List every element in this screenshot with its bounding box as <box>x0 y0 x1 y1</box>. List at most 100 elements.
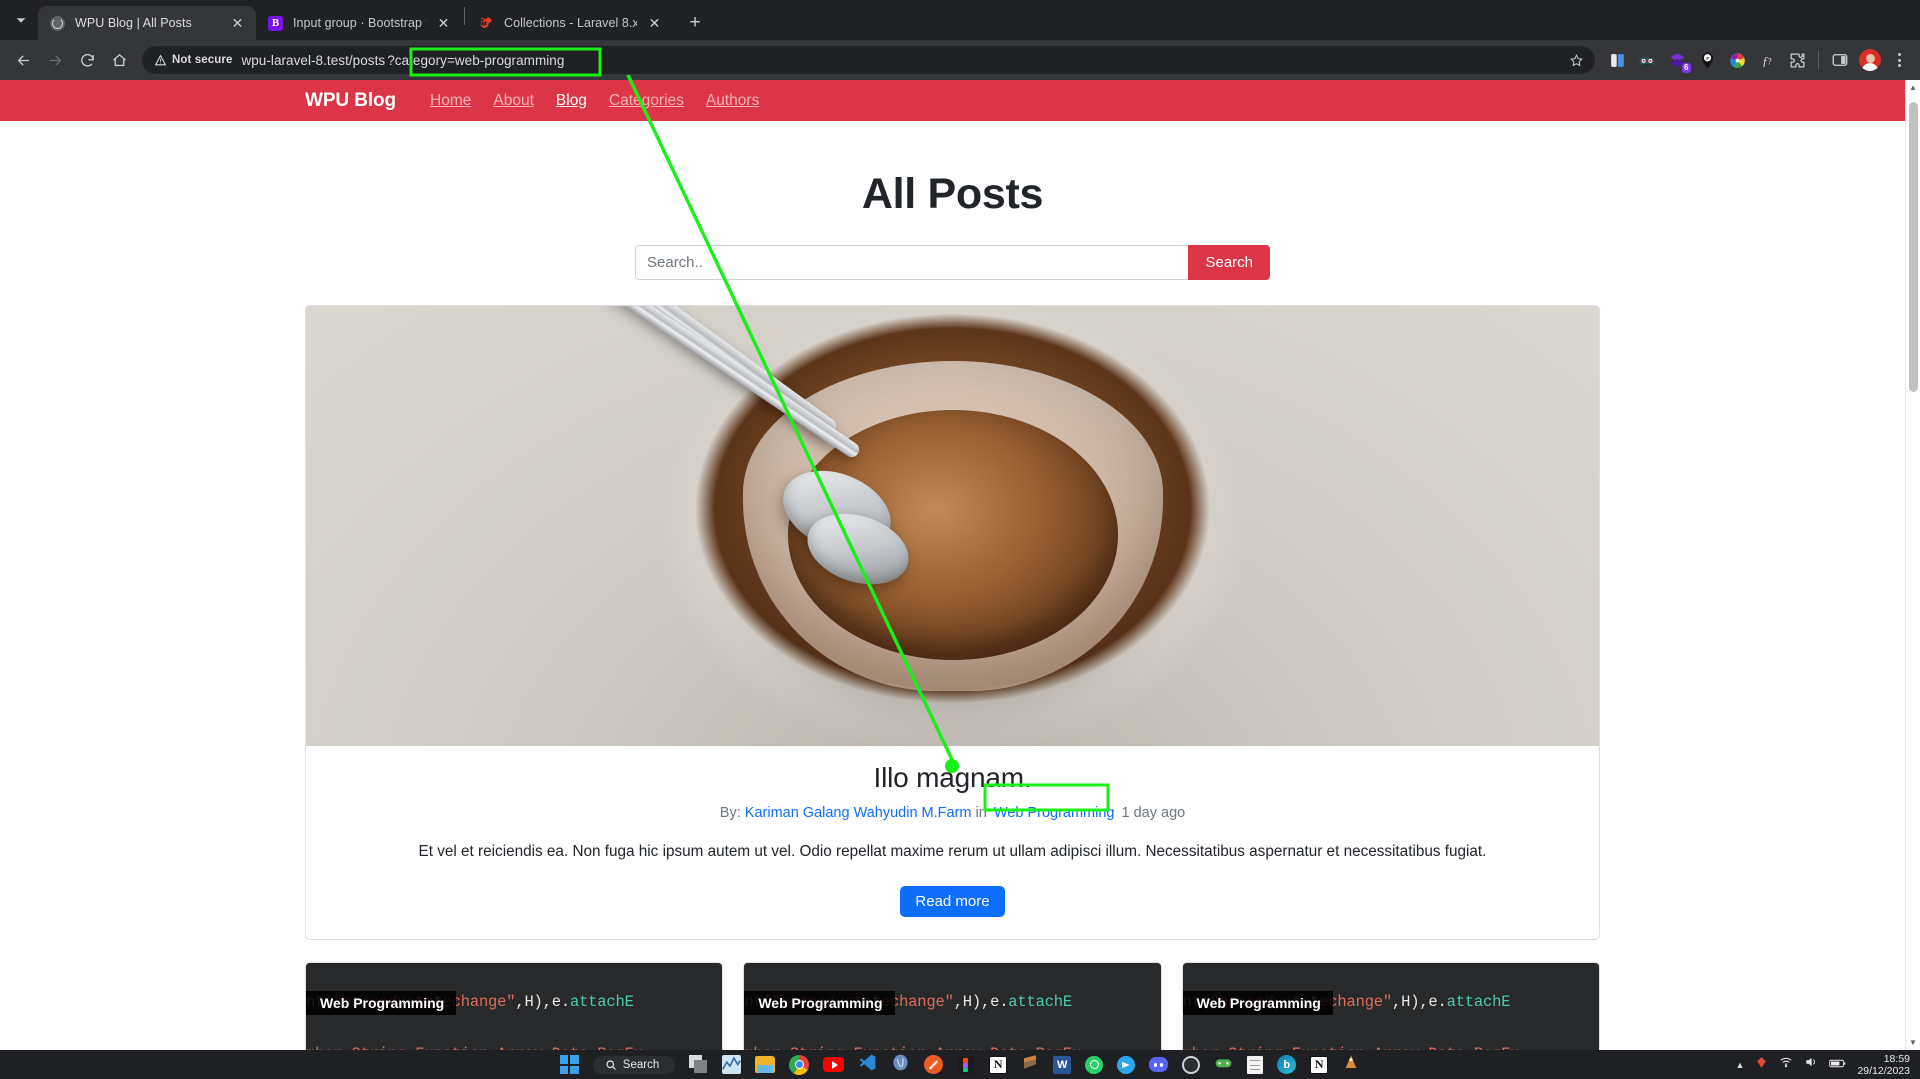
new-tab-button[interactable]: + <box>681 8 709 36</box>
postman-button[interactable] <box>924 1055 943 1074</box>
featured-post-author-link[interactable]: Kariman Galang Wahyudin M.Farm <box>745 805 972 821</box>
telegram-button[interactable] <box>1117 1056 1135 1074</box>
featured-post-excerpt: Et vel et reiciendis ea. Non fuga hic ip… <box>306 841 1599 864</box>
function-extension-icon[interactable]: ƒ? <box>1753 46 1781 74</box>
edge-dev-button[interactable]: b <box>1277 1055 1296 1074</box>
post-card[interactable]: nt("onreadystatechange",H),e.attachE mbe… <box>305 962 723 1050</box>
home-button[interactable] <box>104 45 134 75</box>
layers-extension-icon[interactable]: 6 <box>1663 46 1691 74</box>
puzzle-extensions-icon[interactable] <box>1783 46 1811 74</box>
battery-icon[interactable] <box>1829 1056 1846 1074</box>
close-icon[interactable]: ✕ <box>229 15 246 32</box>
youtube-button[interactable] <box>823 1057 844 1072</box>
browser-window: WPU Blog | All Posts ✕ B Input group · B… <box>0 0 1920 1050</box>
back-button[interactable] <box>8 45 38 75</box>
tab-search-button[interactable] <box>4 3 38 37</box>
notion-button[interactable]: N <box>989 1056 1007 1074</box>
bootstrap-icon: B <box>267 15 284 32</box>
browser-tab-2[interactable]: B Input group · Bootstrap v5.3 ✕ <box>256 6 462 40</box>
discord-button[interactable] <box>1149 1057 1168 1072</box>
color-picker-extension-icon[interactable] <box>1723 46 1751 74</box>
scroll-up-arrow[interactable]: ▲ <box>1906 80 1920 95</box>
post-card-category-badge: Web Programming <box>1183 991 1333 1015</box>
taskbar-search[interactable]: Search <box>593 1056 675 1074</box>
whatsapp-button[interactable] <box>1085 1056 1103 1074</box>
post-card-category-badge: Web Programming <box>306 991 456 1015</box>
browser-tab-3[interactable]: Collections - Laravel 8.x - The P ✕ <box>467 6 673 40</box>
game-button[interactable] <box>1214 1053 1233 1077</box>
obs-button[interactable] <box>1182 1056 1200 1074</box>
featured-post-card[interactable]: Illo magnam. By: Kariman Galang Wahyudin… <box>305 305 1600 940</box>
windows-taskbar: Search N <box>0 1050 1920 1079</box>
sublime-button[interactable] <box>1021 1053 1039 1076</box>
start-button[interactable] <box>560 1055 579 1074</box>
vscode-button[interactable] <box>858 1053 877 1077</box>
browser-tab-1[interactable]: WPU Blog | All Posts ✕ <box>38 6 256 40</box>
toolbar-divider <box>1818 51 1819 69</box>
close-icon[interactable]: ✕ <box>435 15 452 32</box>
scroll-down-arrow[interactable]: ▼ <box>1906 1035 1920 1050</box>
nav-item-authors[interactable]: Authors <box>706 92 759 110</box>
side-panel-icon[interactable] <box>1826 46 1854 74</box>
volume-icon[interactable] <box>1804 1055 1818 1074</box>
nav-item-about[interactable]: About <box>493 92 534 110</box>
svg-text:?: ? <box>1767 57 1771 67</box>
star-icon[interactable] <box>1563 47 1589 73</box>
wifi-icon[interactable] <box>1779 1055 1793 1074</box>
nav-item-blog[interactable]: Blog <box>556 92 587 110</box>
security-status[interactable]: Not secure <box>154 54 241 67</box>
scrollbar-thumb[interactable] <box>1909 102 1918 392</box>
forward-button[interactable] <box>40 45 70 75</box>
search-button[interactable]: Search <box>1188 245 1270 280</box>
post-card[interactable]: nt("onreadystatechange",H),e.attachE mbe… <box>1182 962 1600 1050</box>
search-row: Search <box>305 245 1600 280</box>
nav-item-categories[interactable]: Categories <box>609 92 684 110</box>
close-icon[interactable]: ✕ <box>646 15 663 32</box>
post-card-image: nt("onreadystatechange",H),e.attachE mbe… <box>1183 963 1599 1050</box>
laravel-icon <box>478 15 495 32</box>
site-navbar: WPU Blog Home About Blog Categories Auth… <box>0 80 1905 121</box>
car-extension-icon[interactable] <box>1633 46 1661 74</box>
notepad-button[interactable] <box>1247 1056 1263 1074</box>
profile-avatar[interactable] <box>1856 46 1884 74</box>
warning-icon <box>154 54 167 67</box>
taskbar-clock-date[interactable]: 29/12/2023 <box>1857 1065 1910 1077</box>
featured-post-category-link[interactable]: Web Programming <box>991 804 1118 822</box>
url-text: wpu-laravel-8.test/posts?category=web-pr… <box>241 52 566 69</box>
page-viewport: WPU Blog Home About Blog Categories Auth… <box>0 80 1920 1050</box>
featured-post-meta: By: Kariman Galang Wahyudin M.Farm in We… <box>306 805 1599 821</box>
url-base: wpu-laravel-8.test/posts <box>241 53 385 68</box>
nav-item-home[interactable]: Home <box>430 92 471 110</box>
search-input[interactable] <box>635 245 1188 280</box>
tray-expand-icon[interactable]: ▲ <box>1736 1060 1745 1070</box>
postgresql-button[interactable] <box>891 1053 910 1077</box>
file-explorer-button[interactable] <box>755 1056 775 1073</box>
extension-badge-count: 6 <box>1682 63 1691 73</box>
url-query-highlighted: ?category=web-programming <box>385 52 566 69</box>
featured-post-body: Illo magnam. By: Kariman Galang Wahyudin… <box>306 746 1599 939</box>
tray-app-icon[interactable] <box>1755 1056 1768 1074</box>
security-label: Not secure <box>172 54 232 66</box>
taskbar-clock-time[interactable]: 18:59 <box>1884 1053 1910 1065</box>
notion2-button[interactable]: N <box>1310 1056 1328 1074</box>
address-bar[interactable]: Not secure wpu-laravel-8.test/posts?cate… <box>142 46 1595 74</box>
widgets-button[interactable] <box>722 1055 741 1074</box>
post-card[interactable]: nt("onreadystatechange",H),e.attachE mbe… <box>743 962 1161 1050</box>
svg-text:IP: IP <box>1705 55 1709 60</box>
reading-list-icon[interactable] <box>1603 46 1631 74</box>
page-scrollbar[interactable]: ▲ ▼ <box>1905 80 1920 1050</box>
read-more-button[interactable]: Read more <box>900 886 1004 917</box>
post-card-image: nt("onreadystatechange",H),e.attachE mbe… <box>306 963 722 1050</box>
post-card-category-badge: Web Programming <box>744 991 894 1015</box>
featured-post-title[interactable]: Illo magnam. <box>306 762 1599 794</box>
figma-button[interactable] <box>957 1056 975 1074</box>
task-view-button[interactable] <box>689 1055 708 1074</box>
reload-button[interactable] <box>72 45 102 75</box>
site-brand[interactable]: WPU Blog <box>305 90 396 112</box>
kebab-menu-icon[interactable] <box>1886 47 1912 73</box>
unknown-app-button[interactable] <box>1342 1053 1360 1076</box>
browser-toolbar: Not secure wpu-laravel-8.test/posts?cate… <box>0 40 1920 80</box>
word-button[interactable]: W <box>1053 1056 1071 1074</box>
ip-address-extension-icon[interactable]: IP <box>1693 46 1721 74</box>
chrome-button[interactable] <box>789 1055 809 1075</box>
